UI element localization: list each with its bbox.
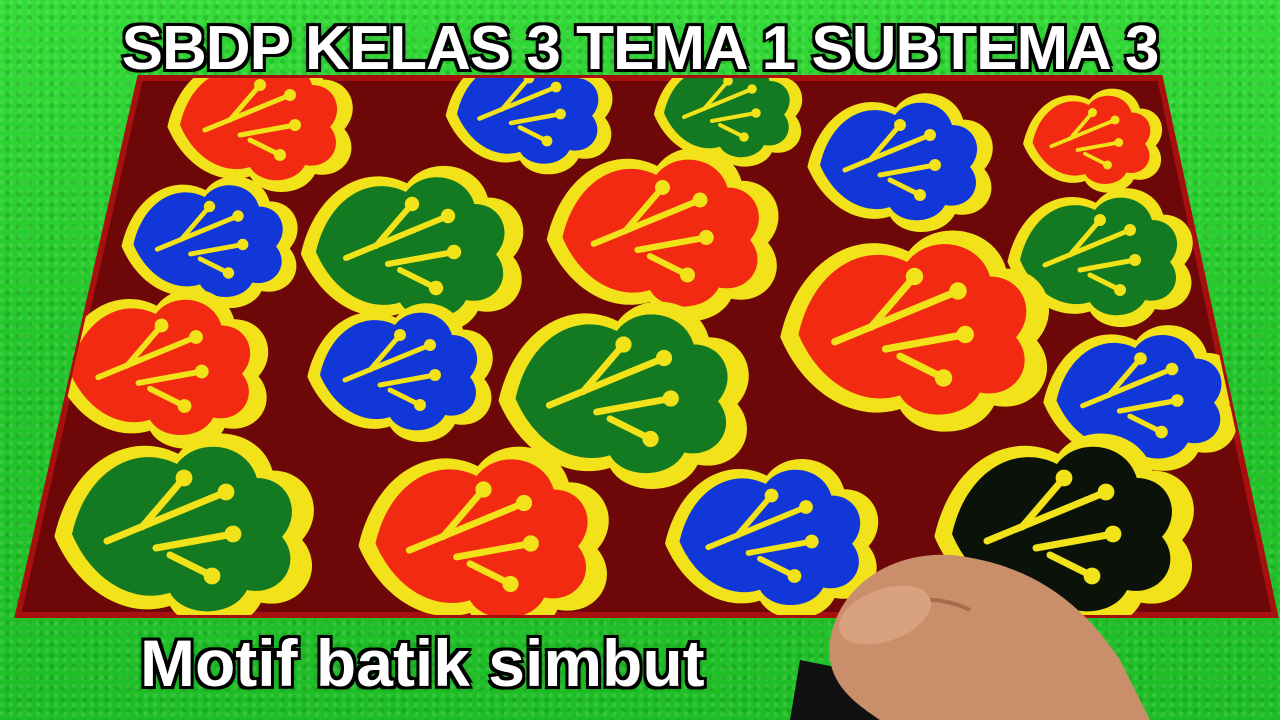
batik-drawing	[14, 75, 1279, 720]
video-title: SBDP KELAS 3 TEMA 1 SUBTEMA 3	[120, 14, 1161, 83]
video-caption: Motif batik simbut	[139, 626, 707, 700]
